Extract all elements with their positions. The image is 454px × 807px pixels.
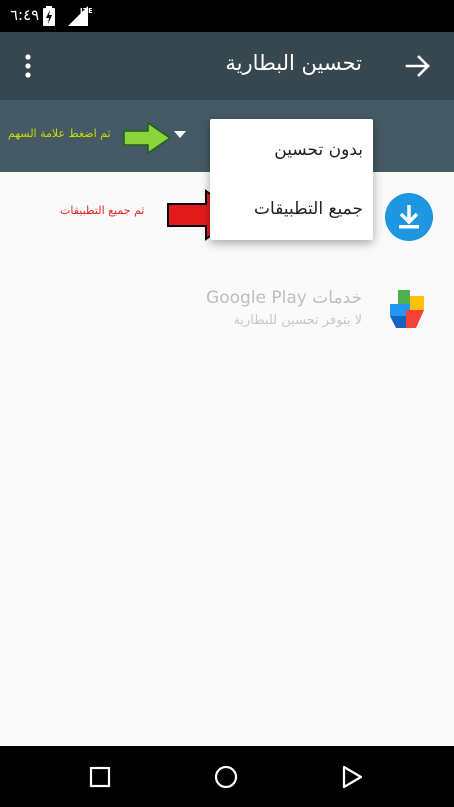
- list-item[interactable]: خدمات Google Play لا يتوفر تحسين للبطاري…: [0, 280, 454, 340]
- battery-charging-icon: [43, 6, 55, 26]
- app-list: ثم جميع التطبيقات خدمات Google Play لا ي…: [0, 172, 454, 746]
- app-toolbar: تحسين البطارية: [0, 32, 454, 100]
- google-play-services-icon: [390, 290, 424, 328]
- annotation-arrow-icon: [123, 121, 172, 155]
- download-button[interactable]: [385, 193, 433, 241]
- menu-item-no-optimization[interactable]: بدون تحسين: [274, 140, 363, 160]
- network-label: LTE: [80, 7, 92, 15]
- dropdown-arrow-icon[interactable]: [174, 131, 186, 139]
- page-title: تحسين البطارية: [225, 51, 362, 75]
- download-icon: [399, 205, 419, 229]
- annotation-press-arrow: ثم اضغط علامة السهم: [8, 127, 111, 140]
- app-subtitle: لا يتوفر تحسين للبطارية: [233, 313, 362, 328]
- filter-popup-menu: بدون تحسين جميع التطبيقات: [210, 119, 373, 240]
- system-nav-bar: [0, 746, 454, 807]
- annotation-all-apps: ثم جميع التطبيقات: [60, 204, 145, 217]
- back-arrow-icon[interactable]: [404, 52, 432, 80]
- signal-icon: LTE: [68, 6, 92, 26]
- status-bar: ٦:٤٩ LTE: [0, 0, 454, 32]
- menu-item-all-apps[interactable]: جميع التطبيقات: [254, 199, 363, 219]
- more-options-icon[interactable]: [18, 52, 38, 80]
- home-circle-icon[interactable]: [213, 764, 239, 790]
- app-title: خدمات Google Play: [206, 288, 362, 308]
- status-time: ٦:٤٩: [10, 6, 40, 24]
- recents-square-icon[interactable]: [88, 765, 112, 789]
- back-triangle-icon[interactable]: [340, 764, 364, 790]
